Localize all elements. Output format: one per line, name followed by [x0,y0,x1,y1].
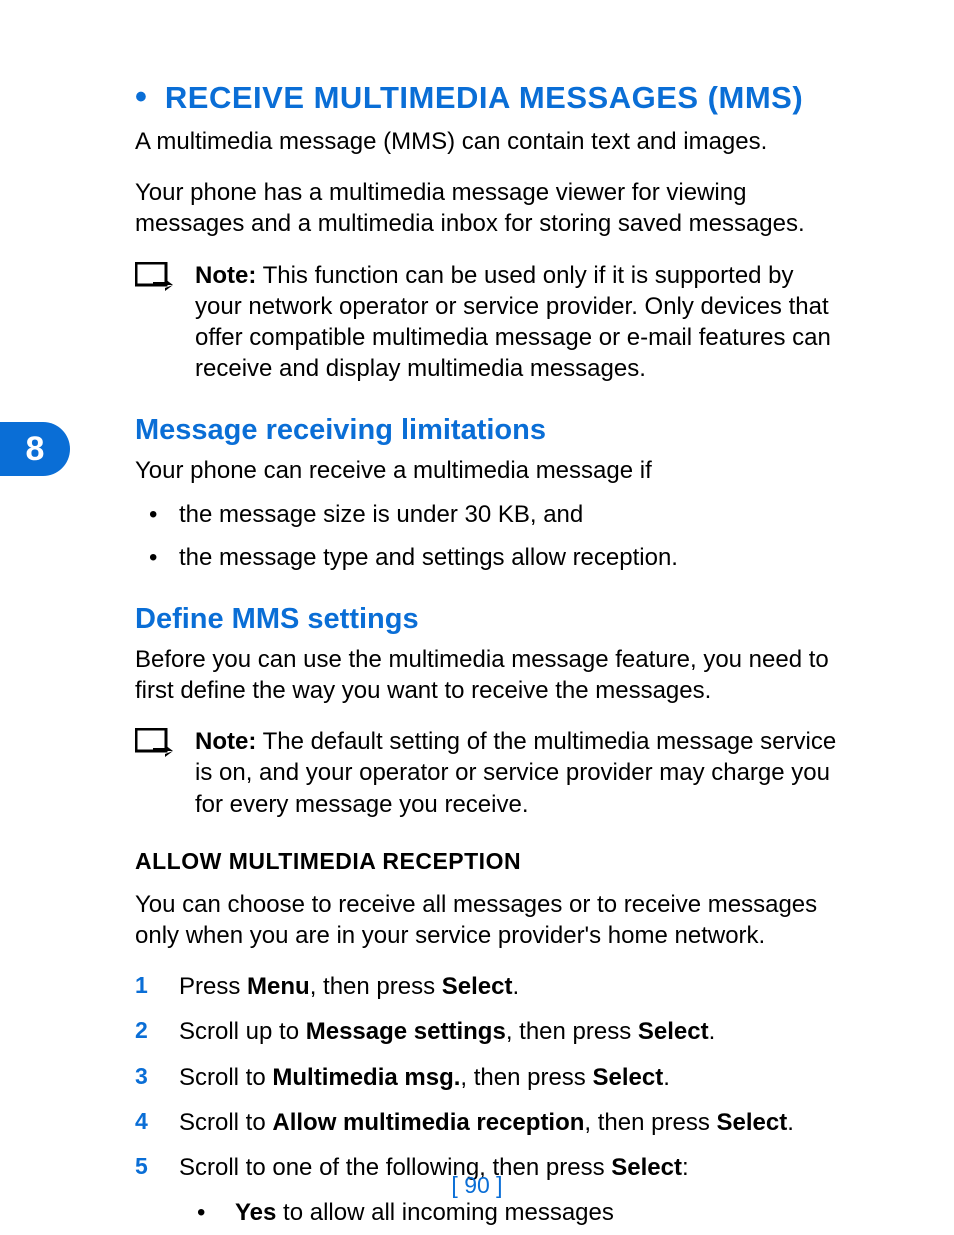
note-block-2: Note: The default setting of the multime… [135,726,844,820]
step-text: Scroll to [179,1064,272,1091]
limitations-heading: Message receiving limitations [135,414,844,447]
step-subitem: Yes to allow all incoming messages [179,1197,844,1228]
note-label: Note: [195,728,256,755]
note-body: The default setting of the multimedia me… [195,728,836,817]
section-heading-row: • RECEIVE MULTIMEDIA MESSAGES (MMS) [135,80,844,116]
step-text: . [512,973,519,1000]
step-text: . [663,1064,670,1091]
step-sub-text: to allow all incoming messages [276,1199,614,1226]
step-number: 2 [135,1016,148,1046]
note-block-1: Note: This function can be used only if … [135,260,844,385]
step-bold: Multimedia msg. [272,1064,460,1091]
note-body: This function can be used only if it is … [195,262,831,383]
allow-reception-intro: You can choose to receive all messages o… [135,889,844,951]
step-text: Press [179,973,247,1000]
note-text-1: Note: This function can be used only if … [195,260,844,385]
step-bold: Message settings [306,1018,506,1045]
step-text: Scroll up to [179,1018,306,1045]
note-label: Note: [195,262,256,289]
step-bold: Allow multimedia reception [272,1109,584,1136]
step-sublist: Yes to allow all incoming messages [179,1197,844,1228]
step-text: . [787,1109,794,1136]
step-number: 1 [135,971,148,1001]
step-text: , then press [310,973,442,1000]
step-text: , then press [460,1064,592,1091]
section-bullet: • [135,80,147,114]
define-intro: Before you can use the multimedia messag… [135,644,844,706]
intro-paragraph-1: A multimedia message (MMS) can contain t… [135,126,844,157]
step-bold: Select [717,1109,788,1136]
define-heading: Define MMS settings [135,603,844,636]
note-icon [135,726,195,820]
note-icon [135,260,195,385]
limitations-item: the message type and settings allow rece… [135,542,844,573]
step-bold: Select [442,973,513,1000]
limitations-intro: Your phone can receive a multimedia mess… [135,455,844,486]
step-bold: Menu [247,973,310,1000]
step-number: 4 [135,1107,148,1137]
page-number-value: 90 [464,1172,490,1198]
page-number-bracket: [ [451,1172,464,1198]
intro-paragraph-2: Your phone has a multimedia message view… [135,177,844,239]
step-item: 1 Press Menu, then press Select. [135,971,844,1002]
section-title: RECEIVE MULTIMEDIA MESSAGES (MMS) [165,80,803,116]
note-text-2: Note: The default setting of the multime… [195,726,844,820]
step-bold: Select [592,1064,663,1091]
step-number: 3 [135,1062,148,1092]
manual-page: 8 • RECEIVE MULTIMEDIA MESSAGES (MMS) A … [0,0,954,1235]
step-text: , then press [506,1018,638,1045]
step-text: Scroll to [179,1109,272,1136]
page-number: [ 90 ] [0,1172,954,1199]
step-text: . [709,1018,716,1045]
step-sub-bold: Yes [235,1199,276,1226]
chapter-tab: 8 [0,422,70,476]
step-text: , then press [584,1109,716,1136]
step-item: 4 Scroll to Allow multimedia reception, t… [135,1107,844,1138]
step-item: 2 Scroll up to Message settings, then pre… [135,1016,844,1047]
limitations-list: the message size is under 30 KB, and the… [135,499,844,573]
limitations-item: the message size is under 30 KB, and [135,499,844,530]
step-bold: Select [638,1018,709,1045]
step-item: 3 Scroll to Multimedia msg., then press S… [135,1062,844,1093]
allow-reception-heading: ALLOW MULTIMEDIA RECEPTION [135,848,844,875]
page-number-bracket: ] [490,1172,503,1198]
